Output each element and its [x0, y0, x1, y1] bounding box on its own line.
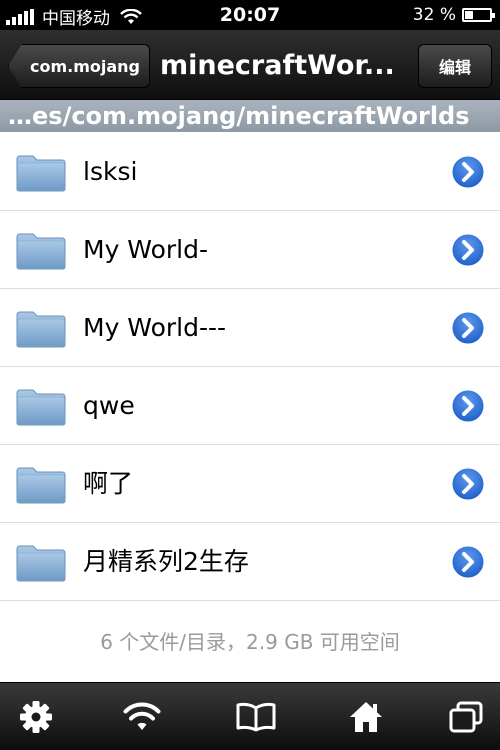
list-item[interactable]: lsksi	[0, 133, 500, 211]
list-item[interactable]: 月精系列2生存	[0, 523, 500, 601]
status-bar: 中国移动 20:07 32 %	[0, 0, 500, 30]
battery-percent: 32 %	[412, 5, 456, 25]
item-name: My World-	[83, 235, 208, 264]
navigation-bar: com.mojang minecraftWor... 编辑	[0, 30, 500, 100]
file-list: lsksi My World- My World--- qwe 啊了 月精系列2…	[0, 133, 500, 601]
item-name: 月精系列2生存	[83, 547, 249, 576]
item-name: 啊了	[83, 469, 134, 498]
windows-icon	[449, 701, 483, 733]
settings-button[interactable]	[16, 697, 56, 737]
book-icon	[236, 702, 276, 732]
home-button[interactable]	[346, 697, 386, 737]
wifi-icon	[123, 702, 161, 730]
storage-summary: 6 个文件/目录，2.9 GB 可用空间	[100, 630, 400, 654]
chevron-right-icon[interactable]	[450, 154, 486, 190]
bottom-toolbar	[0, 682, 500, 750]
wifi-transfer-button[interactable]	[122, 697, 162, 737]
windows-button[interactable]	[446, 697, 486, 737]
item-name: My World---	[83, 313, 227, 342]
folder-icon	[16, 233, 66, 270]
folder-icon	[16, 467, 66, 504]
list-item[interactable]: My World---	[0, 289, 500, 367]
battery-icon	[462, 8, 495, 22]
list-item[interactable]: 啊了	[0, 445, 500, 523]
bookmarks-button[interactable]	[236, 697, 276, 737]
folder-icon	[16, 545, 66, 582]
folder-icon	[16, 389, 66, 426]
status-right: 32 %	[412, 5, 495, 25]
home-icon	[350, 702, 382, 732]
chevron-right-icon[interactable]	[450, 544, 486, 580]
list-item[interactable]: qwe	[0, 367, 500, 445]
item-name: qwe	[83, 391, 135, 420]
chevron-right-icon[interactable]	[450, 466, 486, 502]
battery-nub	[492, 13, 495, 18]
chevron-right-icon[interactable]	[450, 310, 486, 346]
chevron-right-icon[interactable]	[450, 388, 486, 424]
item-name: lsksi	[83, 157, 138, 186]
page-title: minecraftWor...	[160, 50, 395, 81]
path-bar: …es/com.mojang/minecraftWorlds	[0, 100, 500, 132]
battery-fill	[465, 11, 473, 19]
gear-icon	[20, 701, 52, 733]
folder-icon	[16, 155, 66, 192]
chevron-right-icon[interactable]	[450, 232, 486, 268]
back-button[interactable]: com.mojang	[8, 44, 150, 88]
edit-button[interactable]: 编辑	[418, 44, 492, 88]
list-item[interactable]: My World-	[0, 211, 500, 289]
folder-icon	[16, 311, 66, 348]
